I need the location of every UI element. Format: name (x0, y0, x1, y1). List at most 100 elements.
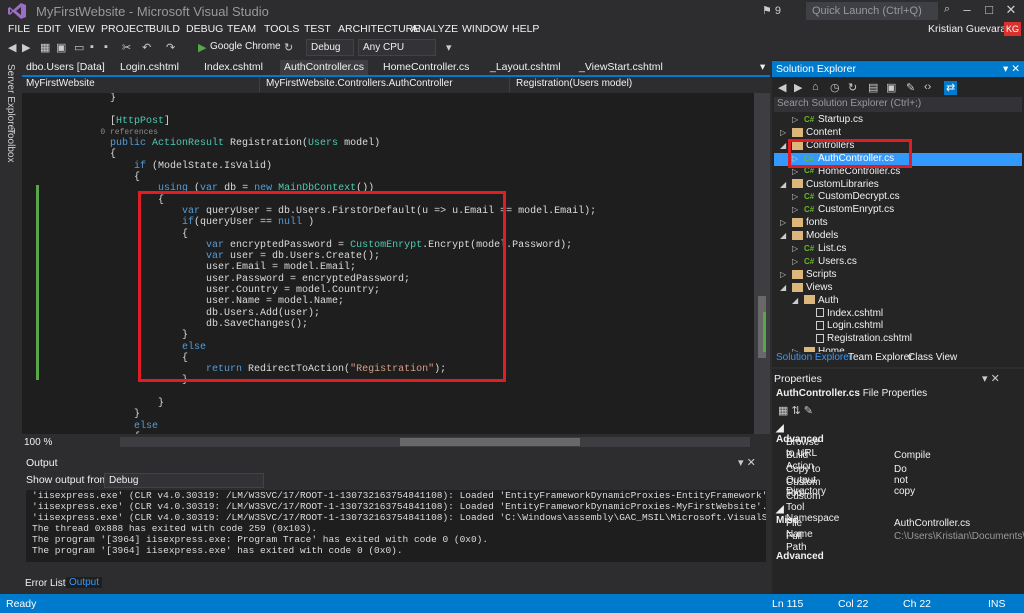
tab-home-controller[interactable]: HomeController.cs (379, 60, 473, 76)
tree-item[interactable]: ▷ C# Startup.cs (774, 114, 1022, 127)
code-line[interactable]: } (62, 93, 762, 104)
output-source-dropdown[interactable]: Debug (104, 473, 264, 488)
code-line[interactable]: } (62, 398, 762, 409)
collapsed-arrow-icon[interactable]: ▷ (792, 115, 804, 124)
property-value[interactable]: Compile (894, 450, 931, 461)
properties-close-icon[interactable]: ▾ ✕ (982, 372, 1000, 385)
collapsed-arrow-icon[interactable]: ▷ (780, 270, 792, 279)
collapsed-arrow-icon[interactable] (804, 321, 816, 330)
code-line[interactable]: [HttpPost] (62, 116, 762, 127)
start-debug-icon[interactable]: ▶ (198, 41, 206, 55)
collapsed-arrow-icon[interactable]: ▷ (792, 205, 804, 214)
error-list-tab[interactable]: Error List (25, 578, 66, 589)
quick-launch-input[interactable]: Quick Launch (Ctrl+Q) (806, 2, 938, 20)
toolbox-tab[interactable]: Toolbox (5, 128, 16, 162)
menu-analyze[interactable]: ANALYZE (411, 23, 458, 35)
tab-overflow-icon[interactable]: ▾ (756, 60, 769, 76)
avatar[interactable]: KG (1004, 22, 1021, 36)
tree-item[interactable]: ▷ Scripts (774, 269, 1022, 282)
code-line[interactable]: 0 references (62, 127, 762, 138)
browser-selector[interactable]: Google Chrome (210, 41, 281, 55)
categorized-icon[interactable]: ▦ ⇅ ✎ (778, 404, 813, 417)
tab-layout-cshtml[interactable]: _Layout.cshtml (486, 60, 565, 76)
user-name[interactable]: Kristian Guevara (928, 23, 1006, 35)
menu-team[interactable]: TEAM (227, 23, 256, 35)
code-line[interactable] (62, 104, 762, 115)
project-dropdown[interactable]: MyFirstWebsite (22, 77, 260, 92)
tree-item[interactable]: Index.cshtml (774, 308, 1022, 321)
menu-help[interactable]: HELP (512, 23, 539, 35)
tree-item[interactable]: ▷ C# List.cs (774, 243, 1022, 256)
code-line[interactable]: } (62, 409, 762, 420)
tab-index-cshtml[interactable]: Index.cshtml (200, 60, 267, 76)
se-back-icon[interactable]: ◀ (778, 81, 786, 95)
expanded-arrow-icon[interactable]: ◢ (780, 231, 792, 240)
se-sync-icon[interactable]: ⇄ (944, 81, 958, 95)
member-dropdown[interactable]: Registration(Users model) (512, 77, 770, 92)
tree-item[interactable]: ▷ fonts (774, 217, 1022, 230)
cut-icon[interactable]: ✂ (122, 41, 131, 55)
output-pin-icon[interactable]: ▾ ✕ (738, 456, 756, 469)
menu-test[interactable]: TEST (304, 23, 331, 35)
tab-auth-controller[interactable]: AuthController.cs (280, 60, 368, 76)
output-text[interactable]: 'iisexpress.exe' (CLR v4.0.30319: /LM/W3… (26, 490, 766, 562)
toolbar-options-icon[interactable]: ▾ (446, 41, 452, 55)
se-pending-icon[interactable]: ◷ (830, 81, 840, 95)
platform-dropdown[interactable]: Any CPU (358, 39, 436, 56)
menu-window[interactable]: WINDOW (462, 23, 508, 35)
search-icon[interactable]: ⌕ (940, 3, 954, 19)
se-refresh-icon[interactable]: ↻ (848, 81, 857, 95)
menu-tools[interactable]: TOOLS (264, 23, 299, 35)
menu-edit[interactable]: EDIT (37, 23, 61, 35)
code-line[interactable] (62, 387, 762, 398)
zoom-level[interactable]: 100 % (24, 437, 52, 448)
property-value[interactable]: AuthController.cs (894, 518, 970, 529)
code-line[interactable]: else (62, 421, 762, 432)
property-value[interactable]: C:\Users\Kristian\Documents\Vis (894, 531, 1024, 542)
notification-flag[interactable]: ⚑ 9 (762, 4, 781, 17)
redo-icon[interactable]: ↷ (166, 41, 175, 55)
open-file-icon[interactable]: ▭ (74, 41, 84, 55)
tab-login-cshtml[interactable]: Login.cshtml (116, 60, 183, 76)
refresh-icon[interactable]: ↻ (284, 41, 293, 55)
menu-architecture[interactable]: ARCHITECTURE (338, 23, 420, 35)
tree-item[interactable]: ▷ Content (774, 127, 1022, 140)
tree-item[interactable]: ▷ C# Users.cs (774, 256, 1022, 269)
collapsed-arrow-icon[interactable]: ▷ (792, 192, 804, 201)
se-view-code-icon[interactable]: ‹› (924, 81, 931, 95)
tab-viewstart-cshtml[interactable]: _ViewStart.cshtml (575, 60, 667, 76)
code-line[interactable]: { (62, 172, 762, 183)
expanded-arrow-icon[interactable]: ◢ (792, 296, 804, 305)
menu-view[interactable]: VIEW (68, 23, 95, 35)
se-show-all-icon[interactable]: ▣ (886, 81, 896, 95)
tree-item[interactable]: ▷ C# CustomEnrypt.cs (774, 204, 1022, 217)
menu-build[interactable]: BUILD (149, 23, 180, 35)
collapsed-arrow-icon[interactable] (804, 334, 816, 343)
se-forward-icon[interactable]: ▶ (794, 81, 802, 95)
panel-close-icon[interactable]: ▾ ✕ (1003, 63, 1020, 75)
menu-project[interactable]: PROJECT (101, 23, 150, 35)
tab-class-view[interactable]: Class View (908, 352, 957, 363)
save-icon[interactable]: ▪ (90, 41, 94, 55)
tree-item[interactable]: Registration.cshtml (774, 333, 1022, 346)
tab-dbo-users[interactable]: dbo.Users [Data] (22, 60, 109, 76)
collapsed-arrow-icon[interactable]: ▷ (780, 218, 792, 227)
collapsed-arrow-icon[interactable]: ▷ (792, 244, 804, 253)
expanded-arrow-icon[interactable]: ◢ (780, 283, 792, 292)
code-line[interactable]: public ActionResult Registration(Users m… (62, 138, 762, 149)
properties-object[interactable]: AuthController.cs File Properties (776, 388, 927, 399)
code-line[interactable]: { (62, 149, 762, 160)
code-line[interactable]: if (ModelState.IsValid) (62, 161, 762, 172)
editor-vertical-scrollbar[interactable] (754, 93, 770, 434)
expanded-arrow-icon[interactable]: ◢ (780, 180, 792, 189)
tree-item[interactable]: Login.cshtml (774, 320, 1022, 333)
tab-solution-explorer[interactable]: Solution Explorer (776, 352, 852, 363)
menu-debug[interactable]: DEBUG (186, 23, 223, 35)
server-explorer-tab[interactable]: Server Explorer (5, 64, 16, 133)
minimize-button[interactable]: – (956, 2, 978, 20)
property-value[interactable]: Do not copy (894, 464, 915, 497)
tree-item[interactable]: ◢ Views (774, 282, 1022, 295)
se-home-icon[interactable]: ⌂ (812, 81, 819, 95)
undo-icon[interactable]: ↶ (142, 41, 151, 55)
maximize-button[interactable]: □ (978, 2, 1000, 20)
